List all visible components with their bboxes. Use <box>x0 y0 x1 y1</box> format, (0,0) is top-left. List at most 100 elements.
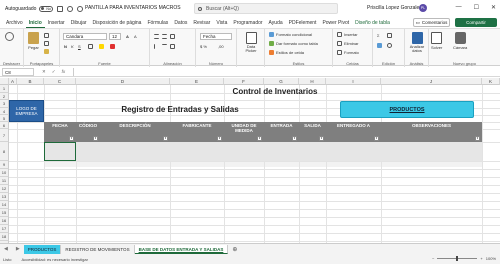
tab-revisar[interactable]: Revisar <box>190 18 213 28</box>
copy-button[interactable] <box>44 41 49 46</box>
zoom-knob[interactable] <box>456 256 459 261</box>
column-header-e[interactable]: E <box>170 78 224 85</box>
close-icon[interactable]: ✕ <box>491 4 496 11</box>
filter-dropdown-icon[interactable]: ▾ <box>292 136 297 141</box>
column-header-k[interactable]: K <box>482 78 500 85</box>
row-header-17[interactable]: 17 <box>0 225 9 233</box>
column-header-g[interactable]: G <box>264 78 299 85</box>
row-header-16[interactable]: 16 <box>0 217 9 225</box>
name-box[interactable]: C8 <box>2 67 34 76</box>
fill-button[interactable] <box>377 43 382 48</box>
zoom-in-icon[interactable]: + <box>480 256 482 261</box>
cell-styles-button[interactable]: Estilos de celda <box>269 50 304 55</box>
cancel-icon[interactable]: ✕ <box>42 69 46 75</box>
row-header-14[interactable]: 14 <box>0 201 9 209</box>
align-center-button[interactable] <box>162 44 167 49</box>
row-header-7[interactable]: 7 <box>0 129 9 142</box>
table-data-row[interactable] <box>76 142 482 161</box>
fx-label[interactable]: fx <box>62 69 66 75</box>
row-header-18[interactable]: 18 <box>0 233 9 241</box>
select-all-corner[interactable] <box>0 78 9 85</box>
tab-ayuda[interactable]: Ayuda <box>266 18 286 28</box>
underline-button[interactable]: S <box>78 44 81 49</box>
next-sheet-icon[interactable]: ▶ <box>16 246 20 252</box>
share-button[interactable]: Compartir <box>455 18 497 27</box>
tab-f-rmulas[interactable]: Fórmulas <box>144 18 171 28</box>
filter-dropdown-icon[interactable]: ▾ <box>374 136 379 141</box>
insert-button[interactable]: Insertar <box>337 32 358 37</box>
filter-dropdown-icon[interactable]: ▾ <box>217 136 222 141</box>
zoom-out-icon[interactable]: − <box>432 256 434 261</box>
save-icon[interactable] <box>57 5 64 12</box>
sort-filter-button[interactable] <box>387 33 392 38</box>
tab-inicio[interactable]: Inicio <box>25 18 45 28</box>
zoom-level[interactable]: 100% <box>486 256 496 261</box>
selected-cell[interactable] <box>44 142 76 161</box>
solver-button[interactable]: Solver <box>431 32 442 50</box>
autosave-toggle[interactable]: Autoguardado No <box>5 5 54 12</box>
find-button[interactable] <box>387 43 392 48</box>
tab-insertar[interactable]: Insertar <box>45 18 68 28</box>
autosave-switch[interactable]: No <box>39 5 54 12</box>
undo-button[interactable] <box>5 32 14 42</box>
align-middle-button[interactable] <box>162 34 167 39</box>
fill-color-button[interactable] <box>99 44 104 49</box>
maximize-icon[interactable]: ☐ <box>474 4 479 11</box>
column-header-a[interactable]: A <box>9 78 17 85</box>
check-icon[interactable]: ✓ <box>52 69 56 75</box>
filter-dropdown-icon[interactable]: ▾ <box>93 136 98 141</box>
tab-archivo[interactable]: Archivo <box>3 18 26 28</box>
font-select[interactable]: Candara <box>63 33 107 40</box>
formula-input[interactable] <box>73 67 500 76</box>
row-header-15[interactable]: 15 <box>0 209 9 217</box>
format-painter-button[interactable] <box>44 49 49 54</box>
merge-button[interactable] <box>170 44 175 49</box>
tab-dise-o-de-tabla[interactable]: Diseño de tabla <box>352 18 393 28</box>
undo-icon[interactable] <box>67 5 74 12</box>
shrink-font-button[interactable]: A <box>134 34 137 39</box>
data-picker-button[interactable]: Data Picker <box>243 32 259 53</box>
search-box[interactable]: Buscar (Alt+Q) <box>194 3 338 14</box>
autosum-button[interactable]: Σ <box>377 33 379 38</box>
row-header-6[interactable]: 6 <box>0 122 9 129</box>
sheet-tab-base-datos[interactable]: BASE DE DATOS ENTRADA Y SALIDAS <box>134 244 229 254</box>
user-name[interactable]: Priscilla Lopez Gonzalez <box>367 5 422 11</box>
filter-dropdown-icon[interactable]: ▾ <box>69 136 74 141</box>
grow-font-button[interactable]: A <box>126 34 129 39</box>
align-left-button[interactable] <box>154 44 159 49</box>
column-header-h[interactable]: H <box>299 78 326 85</box>
tab-power-pivot[interactable]: Power Pivot <box>319 18 352 28</box>
zoom-slider[interactable] <box>437 256 478 261</box>
currency-button[interactable]: $ % <box>200 44 207 49</box>
accessibility-status[interactable]: Accesibilidad: es necesario investigar <box>21 257 87 262</box>
align-top-button[interactable] <box>154 34 159 39</box>
comments-button[interactable]: ▭ Comentarios <box>413 18 450 27</box>
analyze-data-button[interactable]: Analizar datos <box>407 32 427 53</box>
borders-button[interactable] <box>88 44 93 49</box>
decimals-button[interactable]: ,00 <box>218 44 224 49</box>
row-header-3[interactable]: 3 <box>0 100 9 108</box>
tab-programador[interactable]: Programador <box>230 18 265 28</box>
row-header-13[interactable]: 13 <box>0 193 9 201</box>
row-header-2[interactable]: 2 <box>0 93 9 100</box>
row-header-4[interactable]: 4 <box>0 108 9 115</box>
row-header-8[interactable]: 8 <box>0 142 9 161</box>
column-header-b[interactable]: B <box>17 78 44 85</box>
tab-disposici-n-de-p-gina[interactable]: Disposición de página <box>90 18 145 28</box>
filter-dropdown-icon[interactable]: ▾ <box>319 136 324 141</box>
camera-button[interactable]: Cámara <box>453 32 467 50</box>
row-header-5[interactable]: 5 <box>0 115 9 122</box>
filter-dropdown-icon[interactable]: ▾ <box>257 136 262 141</box>
delete-button[interactable]: Eliminar <box>337 41 358 46</box>
tab-vista[interactable]: Vista <box>213 18 230 28</box>
bold-button[interactable]: N <box>64 44 67 49</box>
conditional-format-button[interactable]: Formato condicional <box>269 32 312 37</box>
tab-datos[interactable]: Datos <box>171 18 190 28</box>
row-header-11[interactable]: 11 <box>0 177 9 185</box>
tab-pdfelement[interactable]: PDFelement <box>286 18 320 28</box>
tab-dibujar[interactable]: Dibujar <box>68 18 90 28</box>
column-header-j[interactable]: J <box>381 78 482 85</box>
column-header-c[interactable]: C <box>44 78 76 85</box>
sheet-tab-productos[interactable]: PRODUCTOS <box>23 244 62 254</box>
products-button[interactable]: PRODUCTOS <box>340 101 474 118</box>
